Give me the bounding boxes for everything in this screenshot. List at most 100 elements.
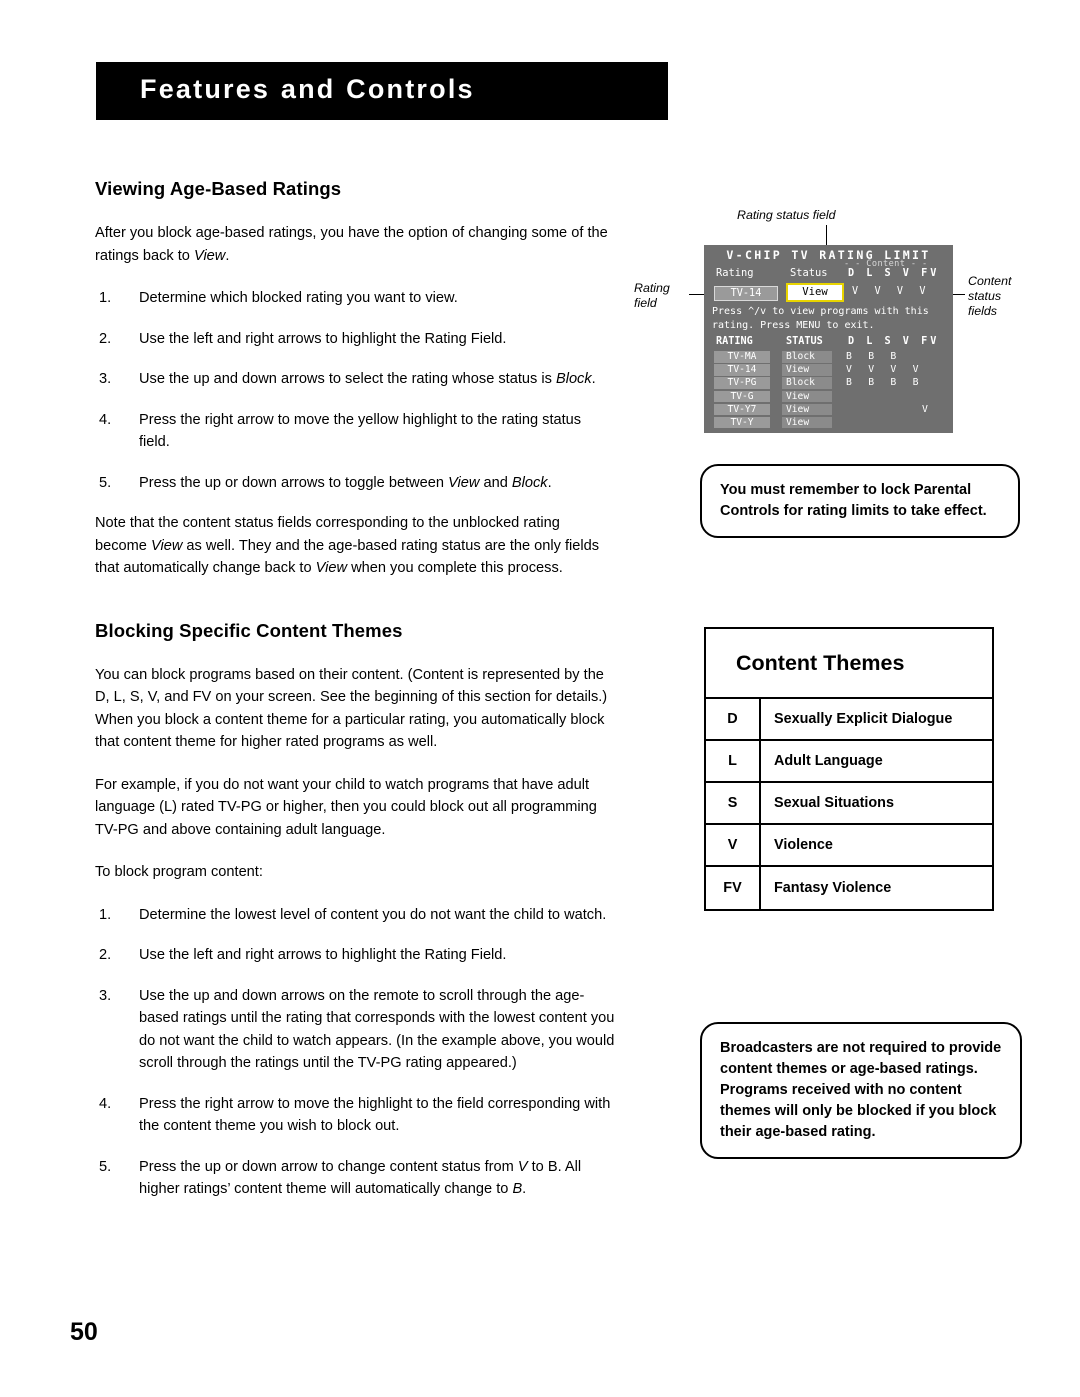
osd-row-content-values[interactable]: V — [922, 404, 933, 415]
content-themes-title: Content Themes — [706, 629, 992, 699]
list-text: Use the left and right arrows to highlig… — [139, 947, 507, 963]
content-theme-code: FV — [706, 867, 761, 909]
intro-text-a: After you block age-based ratings, you h… — [95, 225, 608, 264]
osd-column-headers: Rating Status - - Content - - D L S V FV — [704, 259, 953, 283]
page-title: Features and Controls — [140, 74, 475, 104]
list-text: Use the left and right arrows to highlig… — [139, 330, 507, 347]
callout-content-status-line3: fields — [968, 304, 997, 318]
list-item: 2. Use the left and right arrows to highl… — [95, 328, 615, 351]
osd-instructions: Press ^/v to view programs with this rat… — [712, 306, 929, 331]
content-theme-label: Sexually Explicit Dialogue — [774, 711, 953, 727]
list-text: Press the up or down arrow to change con… — [139, 1158, 582, 1198]
table-row[interactable]: TV-Y7 View V — [704, 403, 953, 417]
callout-line-rating-status — [826, 225, 828, 245]
table-row[interactable]: TV-MA Block B B B — [704, 351, 953, 364]
osd-row-rating[interactable]: TV-Y — [714, 416, 770, 429]
list-number: 3. — [99, 987, 112, 1004]
steps-list-viewing: 1. Determine which blocked rating you wan… — [95, 287, 615, 494]
table-row[interactable]: TV-PG Block B B B B — [704, 377, 953, 390]
content-theme-code: V — [706, 825, 761, 865]
osd-row-status[interactable]: Block — [782, 351, 832, 363]
list-text: Use the up and down arrows to select the… — [139, 371, 596, 387]
osd-row-rating[interactable]: TV-MA — [714, 351, 770, 363]
tv-osd-screen: V-CHIP TV RATING LIMIT Rating Status - -… — [704, 245, 953, 433]
list-text: Determine which blocked rating you want … — [139, 290, 458, 306]
list-number: 5. — [99, 1158, 112, 1175]
table-row[interactable]: TV-G View — [704, 390, 953, 404]
main-text-column: Viewing Age-Based Ratings After you bloc… — [95, 178, 615, 1219]
content-theme-label: Fantasy Violence — [774, 880, 892, 896]
callout-rating-field-line1: Rating — [634, 281, 670, 295]
note-box-broadcasters: Broadcasters are not required to provide… — [700, 1022, 1022, 1159]
list-number: 1. — [99, 290, 112, 306]
list-text: Use the up and down arrows on the remote… — [139, 987, 615, 1072]
table-row: V Violence — [706, 825, 992, 867]
intro-text-italic: View — [193, 247, 226, 264]
steps-list-blocking: 1. Determine the lowest level of content … — [95, 904, 615, 1201]
list-item: 1. Determine which blocked rating you wan… — [95, 287, 615, 310]
list-number: 5. — [99, 474, 112, 491]
osd-row-content-values[interactable]: V V V V — [846, 364, 924, 375]
content-themes-table: Content Themes D Sexually Explicit Dialo… — [704, 627, 994, 911]
content-theme-code: L — [706, 741, 761, 781]
list-item: 5. Press the up or down arrow to change c… — [95, 1156, 615, 1201]
list-number: 1. — [99, 906, 112, 923]
osd-selected-status-field[interactable]: View — [786, 283, 844, 302]
paragraph-intro-ratings: After you block age-based ratings, you h… — [95, 222, 615, 267]
list-number: 3. — [99, 371, 112, 387]
callout-content-status-line1: Content — [968, 274, 1012, 288]
osd-row-rating[interactable]: TV-PG — [714, 377, 770, 389]
osd-row-rating[interactable]: TV-14 — [714, 364, 770, 376]
list-item: 5. Press the up or down arrows to toggle … — [95, 472, 615, 495]
osd-row-status[interactable]: Block — [782, 377, 832, 389]
table-row[interactable]: TV-Y View — [704, 416, 953, 430]
intro-text-b: . — [225, 247, 230, 264]
osd-row-status[interactable]: View — [782, 364, 832, 376]
note-box-lock-parental-controls: You must remember to lock Parental Contr… — [700, 464, 1020, 538]
osd-selected-content-values[interactable]: V V V V — [852, 286, 931, 297]
paragraph-content-intro: You can block programs based on their co… — [95, 666, 608, 751]
osd-table-header: RATING STATUS D L S V FV — [704, 336, 953, 350]
list-item: 1. Determine the lowest level of content … — [95, 904, 615, 927]
osd-row-status[interactable]: View — [782, 390, 832, 403]
osd-table-header-rating: RATING — [716, 336, 753, 347]
content-theme-code: S — [706, 783, 761, 823]
heading-viewing-age-based-ratings: Viewing Age-Based Ratings — [95, 178, 342, 199]
list-number: 2. — [99, 947, 112, 963]
osd-rating-table: TV-MA Block B B B TV-14 View V V V V TV-… — [704, 351, 953, 430]
osd-row-rating[interactable]: TV-Y7 — [714, 403, 770, 416]
table-row[interactable]: TV-14 View V V V V — [704, 364, 953, 377]
table-row: D Sexually Explicit Dialogue — [706, 699, 992, 741]
list-item: 4. Press the right arrow to move the high… — [95, 1093, 615, 1138]
table-row: S Sexual Situations — [706, 783, 992, 825]
list-item: 3. Use the up and down arrows on the remo… — [95, 985, 615, 1075]
osd-row-rating[interactable]: TV-G — [714, 390, 770, 403]
paragraph-content-example: For example, if you do not want your chi… — [95, 776, 597, 838]
note-text: You must remember to lock Parental Contr… — [720, 482, 987, 519]
content-theme-label: Sexual Situations — [774, 795, 894, 811]
osd-content-columns: D L S V FV — [848, 268, 940, 279]
paragraph-note-unblocked: Note that the content status fields corr… — [95, 515, 600, 576]
osd-row-status[interactable]: View — [782, 416, 832, 429]
osd-row-content-values[interactable]: B B B — [846, 351, 902, 362]
list-number: 2. — [99, 330, 112, 347]
list-number: 4. — [99, 411, 112, 428]
osd-header-status: Status — [790, 267, 828, 279]
list-item: 3. Use the up and down arrows to select t… — [95, 368, 615, 391]
table-row: L Adult Language — [706, 741, 992, 783]
content-theme-label: Adult Language — [774, 753, 883, 769]
content-theme-code: D — [706, 699, 761, 739]
osd-row-content-values[interactable]: B B B B — [846, 377, 924, 388]
callout-rating-field-line2: field — [634, 296, 657, 310]
callout-content-status-line2: status — [968, 289, 1002, 303]
note-text: Broadcasters are not required to provide… — [720, 1040, 1002, 1140]
osd-table-header-status: STATUS — [786, 336, 823, 347]
osd-row-status[interactable]: View — [782, 403, 832, 416]
osd-header-rating: Rating — [716, 267, 754, 279]
table-row: FV Fantasy Violence — [706, 867, 992, 909]
list-number: 4. — [99, 1095, 112, 1112]
osd-selected-rating-field[interactable]: TV-14 — [714, 286, 778, 301]
list-text: Press the right arrow to move the highli… — [139, 1095, 611, 1135]
callout-rating-status-field: Rating status field — [737, 208, 836, 222]
osd-selected-row[interactable]: TV-14 View V V V V — [710, 283, 948, 302]
